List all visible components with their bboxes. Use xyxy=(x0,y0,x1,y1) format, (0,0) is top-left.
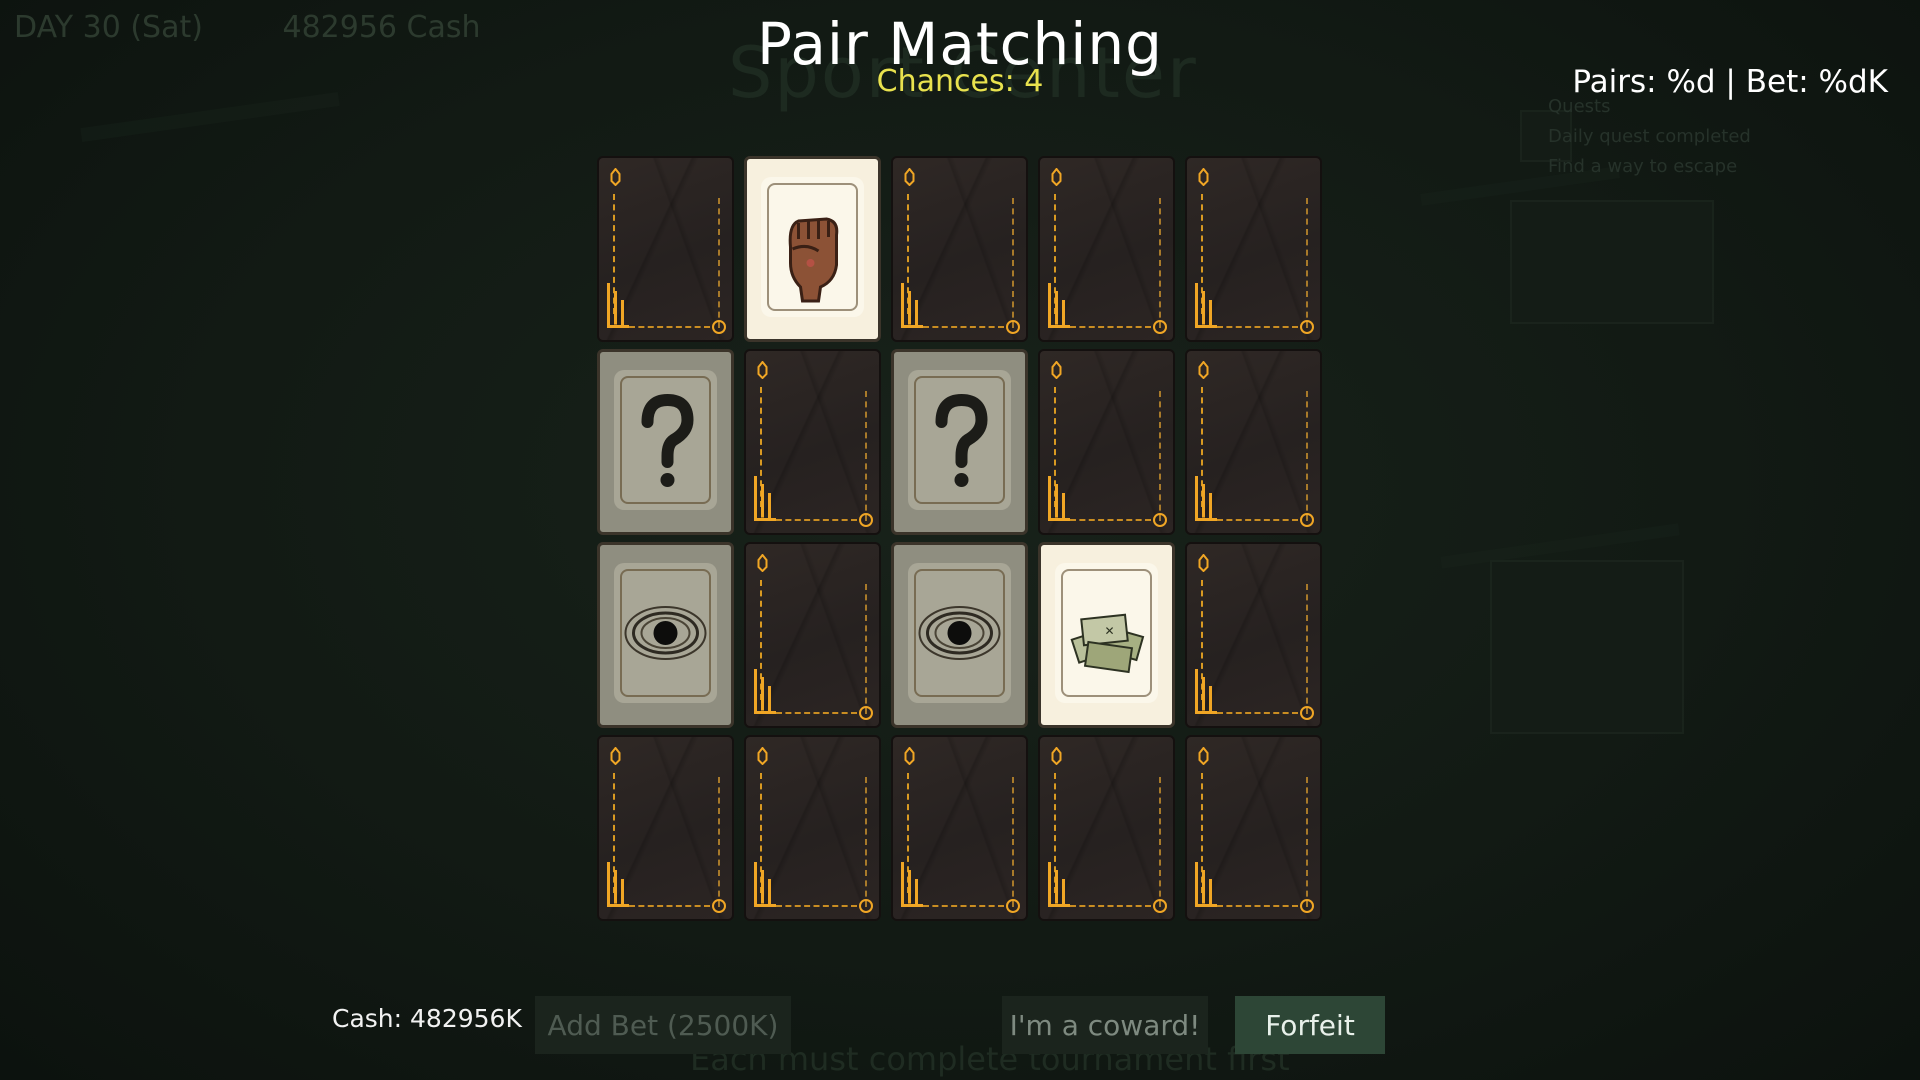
background-quest-panel: Quests Daily quest completed Find a way … xyxy=(1548,92,1751,182)
cash-readout: Cash: 482956K xyxy=(332,1004,522,1033)
card-facedown[interactable] xyxy=(1038,156,1175,342)
card-facedown[interactable] xyxy=(744,735,881,921)
card-faceup[interactable] xyxy=(744,156,881,342)
quest-item: Find a way to escape xyxy=(1548,156,1738,177)
card-facedown[interactable] xyxy=(1185,349,1322,535)
card-facedown[interactable] xyxy=(891,156,1028,342)
add-bet-button[interactable]: Add Bet (2500K) xyxy=(535,996,791,1054)
svg-text:✕: ✕ xyxy=(1105,624,1115,638)
card-facedown[interactable] xyxy=(1038,735,1175,921)
card-facedown[interactable] xyxy=(1185,735,1322,921)
card-facedown[interactable] xyxy=(744,542,881,728)
card-faceup[interactable] xyxy=(597,542,734,728)
card-facedown[interactable] xyxy=(597,156,734,342)
card-facedown[interactable] xyxy=(744,349,881,535)
card-facedown[interactable] xyxy=(1185,542,1322,728)
coward-button[interactable]: I'm a coward! xyxy=(1002,996,1208,1054)
quest-item: Daily quest completed xyxy=(1548,126,1751,147)
pairs-bet-readout: Pairs: %d | Bet: %dK xyxy=(1572,64,1888,100)
card-faceup[interactable]: ✕ xyxy=(1038,542,1175,728)
card-facedown[interactable] xyxy=(891,735,1028,921)
card-grid: ✕ xyxy=(597,156,1323,921)
card-faceup[interactable] xyxy=(891,542,1028,728)
forfeit-button[interactable]: Forfeit xyxy=(1235,996,1385,1054)
card-facedown[interactable] xyxy=(1038,349,1175,535)
card-faceup[interactable] xyxy=(891,349,1028,535)
card-facedown[interactable] xyxy=(597,735,734,921)
card-facedown[interactable] xyxy=(1185,156,1322,342)
card-faceup[interactable] xyxy=(597,349,734,535)
